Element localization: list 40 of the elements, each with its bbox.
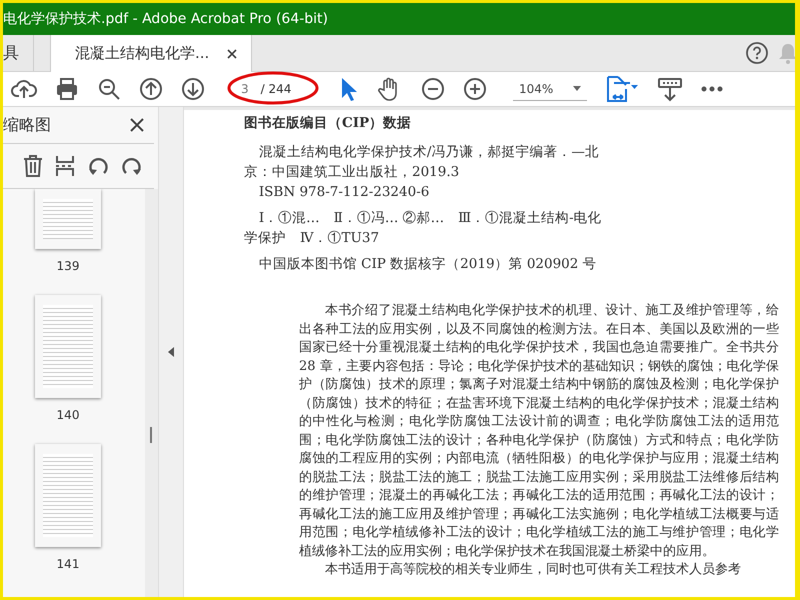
tab-label: 混凝土结构电化学... <box>75 44 210 63</box>
close-icon[interactable] <box>227 48 238 58</box>
panel-title: 缩略图 <box>3 114 51 136</box>
scrollbar[interactable] <box>145 189 158 597</box>
cloud-upload-icon[interactable] <box>11 77 37 101</box>
window-title: 电化学保护技术.pdf - Adobe Acrobat Pro (64-bit) <box>3 10 328 28</box>
next-page-icon[interactable] <box>181 77 205 101</box>
document-tab[interactable]: 具 <box>3 35 34 71</box>
previous-page-icon[interactable] <box>139 77 163 101</box>
cip-text: ISBN 978-7-112-23240-6 <box>258 183 430 202</box>
print-icon[interactable] <box>55 77 79 101</box>
zoom-out-icon[interactable] <box>421 77 445 101</box>
page-number: 140 <box>56 408 80 422</box>
fit-page-icon[interactable] <box>605 75 640 103</box>
page-number: 139 <box>56 259 80 273</box>
book-description: 本书介绍了混凝土结构电化学保护技术的机理、设计、施工及维护管理等，给出各种工法的应用实例，以及不同腐蚀的检测方法。在日本、美国以及欧洲的一些国家已经十分重视混凝土结构的电化学保护技术，我国也急迫需要推广。全书共分 28 章，主要内容包括：导论；电化学保护技术的基础知识；钢铁的腐蚀；电化学保护（防腐蚀）技术的原理；氯离子对混凝土结构中钢筋的腐蚀及检测；电化学保护（防腐蚀）技术的特征；在盐害环境下混凝土结构的电化学保护技术；混凝土结构的中性化与检测；电化学防腐蚀工法设计前的调查；电化学防腐蚀工法的适用范围；电化学防腐蚀工法的设计；各种电化学保护（防腐蚀）方式和特点；电化学防腐蚀的工程应用的实例；内部电流（牺牲阳极）的电化学保护与应用；混凝土结构的脱盐工法；脱盐工法的施工；脱盐工法施工应用实例；采用脱盐工法维修后结构的维护管理；混凝土的再碱化工法；再碱化工法的适用范围；再碱化工法的设计；再碱化工法的施工应用及维护管理；再碱化工法实施例；电化学植绒工法概要与适用范围；电化学植绒修补工法的设计；电化学植绒工法的施工与维护管理；电化学植绒修补工法的应用实例；电化学保护技术在我国混凝土桥梁中的应用。 <box>299 302 779 560</box>
rotate-left-icon[interactable] <box>87 155 109 177</box>
close-icon[interactable] <box>130 118 144 132</box>
page-number-field[interactable]: 3 <box>241 82 249 96</box>
select-cursor-icon[interactable] <box>339 76 359 102</box>
page-total: / 244 <box>260 82 292 96</box>
tab-label: 具 <box>3 42 19 64</box>
cip-text: Ⅰ．①混… Ⅱ．①冯… ②郝… Ⅲ．①混凝土结构-电化学保护 Ⅳ．①TU37 <box>244 209 603 248</box>
trash-icon[interactable] <box>23 155 43 177</box>
caret-icon <box>573 86 582 91</box>
cip-text: 混凝土结构电化学保护技术/冯乃谦，郝挺宇编著．—北京：中国建筑工业出版社，2019.3 <box>244 143 600 182</box>
keyboard-download-icon[interactable] <box>657 76 684 102</box>
zoom-in-icon[interactable] <box>463 77 487 101</box>
more-icon[interactable] <box>701 86 724 92</box>
book-description: 本书适用于高等院校的相关专业师生，同时也可供有关工程技术人员参考 <box>324 561 742 579</box>
rotate-right-icon[interactable] <box>121 155 143 177</box>
split-page-icon[interactable] <box>55 155 75 177</box>
zoom-dropdown[interactable]: 104% <box>513 78 588 100</box>
document-tab[interactable]: 混凝土结构电化学... <box>50 35 252 72</box>
help-icon[interactable] <box>745 41 769 65</box>
cip-text: 中国版本图书馆 CIP 数据核字（2019）第 020902 号 <box>258 255 598 274</box>
cip-heading: 图书在版编目（CIP）数据 <box>244 114 412 132</box>
zoom-out-search-icon[interactable] <box>97 77 121 101</box>
page-number: 141 <box>56 557 80 571</box>
collapse-arrow-icon[interactable] <box>168 347 174 357</box>
